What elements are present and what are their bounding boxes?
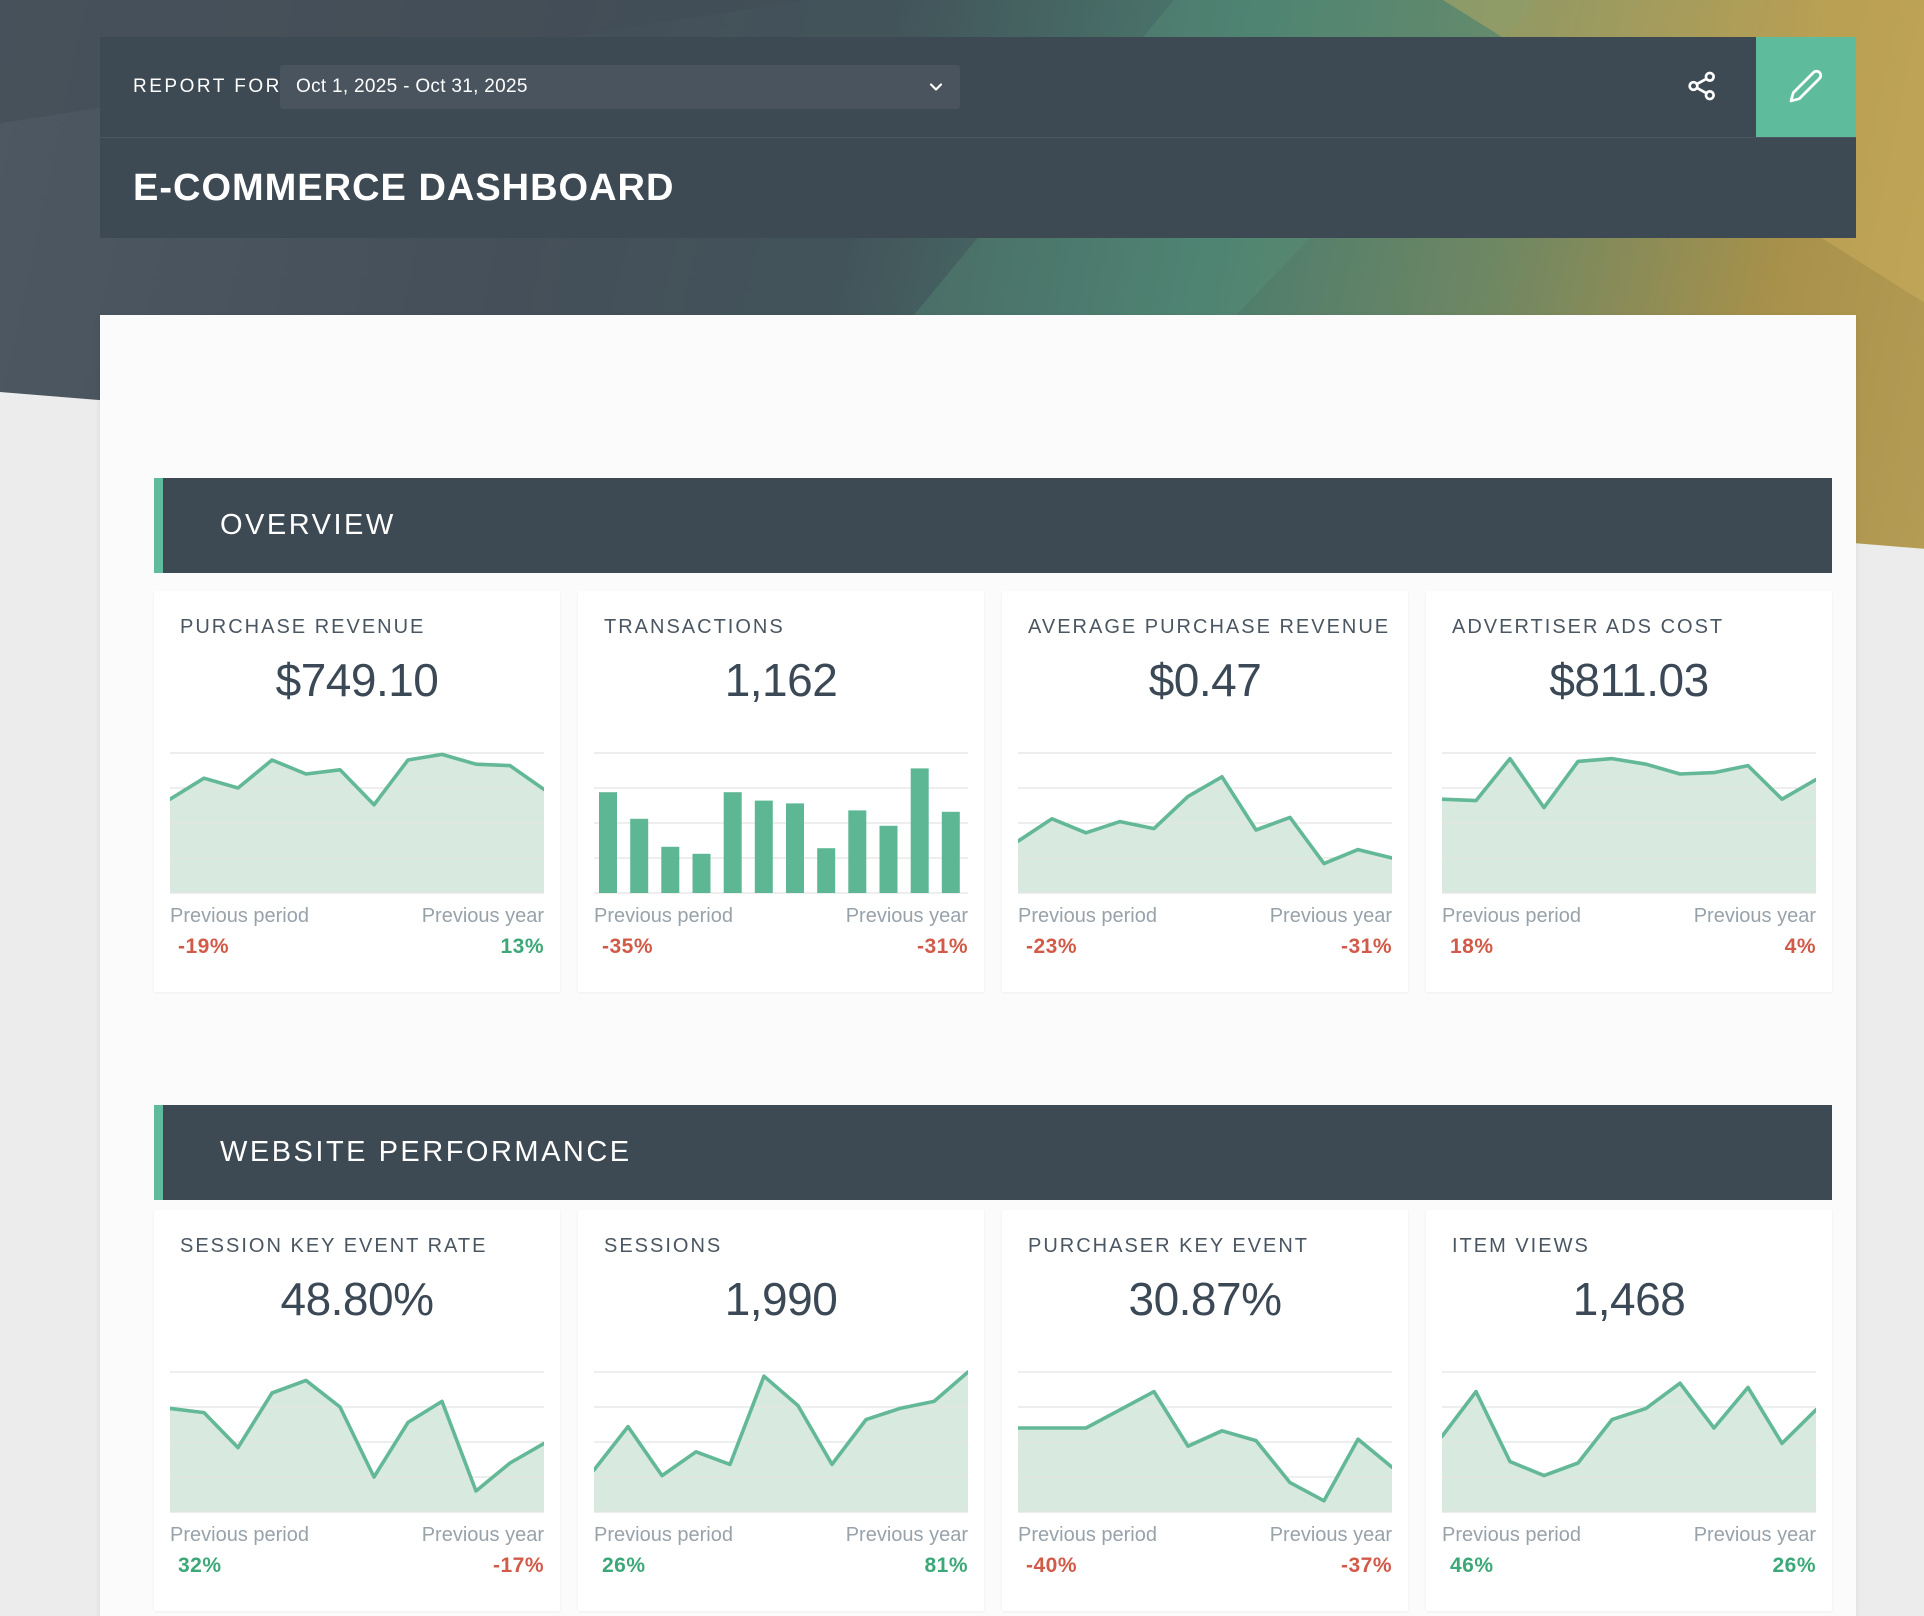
pencil-icon [1788,68,1824,107]
edit-button[interactable] [1756,37,1856,137]
report-for-label: REPORT FOR [133,37,282,137]
previous-year-value: -31% [1341,935,1392,959]
sparkline-area-chart [594,1368,968,1513]
metric-card-sessions: SESSIONS 1,990 Previous period Previous … [578,1210,984,1611]
sparkline-area-chart [1442,749,1816,894]
previous-period-label: Previous period [1442,1524,1581,1547]
previous-period-label: Previous period [1018,905,1157,928]
previous-year-value: 26% [1772,1554,1816,1578]
section-title: WEBSITE PERFORMANCE [220,1105,632,1200]
metric-title: PURCHASER KEY EVENT [1028,1235,1309,1258]
previous-year-label: Previous year [1694,905,1816,928]
website-performance-cards-row: SESSION KEY EVENT RATE 48.80% Previous p… [154,1210,1832,1611]
previous-period-value: -19% [170,935,229,959]
comparison-footer: Previous period Previous year -35% -31% [594,905,968,959]
metric-title: AVERAGE PURCHASE REVENUE [1028,616,1390,639]
previous-period-value: 18% [1442,935,1494,959]
metric-title: ADVERTISER ADS COST [1452,616,1724,639]
sparkline-area-chart [170,749,544,894]
previous-year-label: Previous year [422,905,544,928]
metric-value: 48.80% [154,1272,560,1326]
comparison-footer: Previous period Previous year -19% 13% [170,905,544,959]
metric-value: 1,990 [578,1272,984,1326]
share-button[interactable] [1660,37,1744,137]
previous-year-label: Previous year [1270,905,1392,928]
previous-year-label: Previous year [846,1524,968,1547]
previous-year-label: Previous year [1270,1524,1392,1547]
comparison-footer: Previous period Previous year 26% 81% [594,1524,968,1578]
previous-period-value: 46% [1442,1554,1494,1578]
previous-period-label: Previous period [594,905,733,928]
previous-period-label: Previous period [170,1524,309,1547]
previous-period-value: -35% [594,935,653,959]
metric-title: PURCHASE REVENUE [180,616,425,639]
chevron-down-icon [926,77,946,102]
metric-card-transactions: TRANSACTIONS 1,162 Previous period Previ… [578,591,984,992]
share-icon [1685,69,1719,106]
page-title: E-COMMERCE DASHBOARD [100,167,674,210]
date-range-dropdown[interactable]: Oct 1, 2025 - Oct 31, 2025 [280,65,960,109]
metric-title: TRANSACTIONS [604,616,785,639]
header-title-bar: E-COMMERCE DASHBOARD [100,137,1856,238]
sparkline-bar-chart [594,749,968,894]
previous-year-value: 81% [924,1554,968,1578]
comparison-footer: Previous period Previous year -40% -37% [1018,1524,1392,1578]
dashboard-page: REPORT FOR Oct 1, 2025 - Oct 31, 2025 [0,0,1924,1616]
previous-period-label: Previous period [1442,905,1581,928]
metric-value: $749.10 [154,653,560,707]
previous-year-value: 13% [500,935,544,959]
previous-period-label: Previous period [594,1524,733,1547]
previous-year-value: -31% [917,935,968,959]
metric-title: SESSION KEY EVENT RATE [180,1235,487,1258]
comparison-footer: Previous period Previous year 46% 26% [1442,1524,1816,1578]
metric-title: ITEM VIEWS [1452,1235,1590,1258]
header-toolbar: REPORT FOR Oct 1, 2025 - Oct 31, 2025 [100,37,1856,137]
previous-year-label: Previous year [846,905,968,928]
comparison-footer: Previous period Previous year 18% 4% [1442,905,1816,959]
metric-card-average-purchase-revenue: AVERAGE PURCHASE REVENUE $0.47 Previous … [1002,591,1408,992]
metric-value: 30.87% [1002,1272,1408,1326]
section-header-website-performance: WEBSITE PERFORMANCE [154,1105,1832,1200]
previous-period-label: Previous period [170,905,309,928]
metric-card-item-views: ITEM VIEWS 1,468 Previous period Previou… [1426,1210,1832,1611]
date-range-value: Oct 1, 2025 - Oct 31, 2025 [280,76,528,98]
section-header-overview: OVERVIEW [154,478,1832,573]
previous-year-label: Previous year [422,1524,544,1547]
previous-period-value: 26% [594,1554,646,1578]
previous-year-value: -17% [493,1554,544,1578]
previous-period-label: Previous period [1018,1524,1157,1547]
sparkline-area-chart [1018,1368,1392,1513]
previous-period-value: 32% [170,1554,222,1578]
previous-year-value: 4% [1785,935,1816,959]
comparison-footer: Previous period Previous year 32% -17% [170,1524,544,1578]
previous-year-label: Previous year [1694,1524,1816,1547]
previous-year-value: -37% [1341,1554,1392,1578]
sparkline-area-chart [1442,1368,1816,1513]
section-title: OVERVIEW [220,478,396,573]
metric-title: SESSIONS [604,1235,722,1258]
metric-card-purchaser-key-event: PURCHASER KEY EVENT 30.87% Previous peri… [1002,1210,1408,1611]
metric-card-advertiser-ads-cost: ADVERTISER ADS COST $811.03 Previous per… [1426,591,1832,992]
metric-value: 1,162 [578,653,984,707]
report-header: REPORT FOR Oct 1, 2025 - Oct 31, 2025 [100,37,1856,237]
comparison-footer: Previous period Previous year -23% -31% [1018,905,1392,959]
metric-value: 1,468 [1426,1272,1832,1326]
previous-period-value: -40% [1018,1554,1077,1578]
sparkline-area-chart [1018,749,1392,894]
overview-cards-row: PURCHASE REVENUE $749.10 Previous period… [154,591,1832,992]
metric-value: $811.03 [1426,653,1832,707]
previous-period-value: -23% [1018,935,1077,959]
metric-card-purchase-revenue: PURCHASE REVENUE $749.10 Previous period… [154,591,560,992]
metric-value: $0.47 [1002,653,1408,707]
main-panel: OVERVIEW PURCHASE REVENUE $749.10 Previo… [100,315,1856,1616]
metric-card-session-key-event-rate: SESSION KEY EVENT RATE 48.80% Previous p… [154,1210,560,1611]
sparkline-area-chart [170,1368,544,1513]
